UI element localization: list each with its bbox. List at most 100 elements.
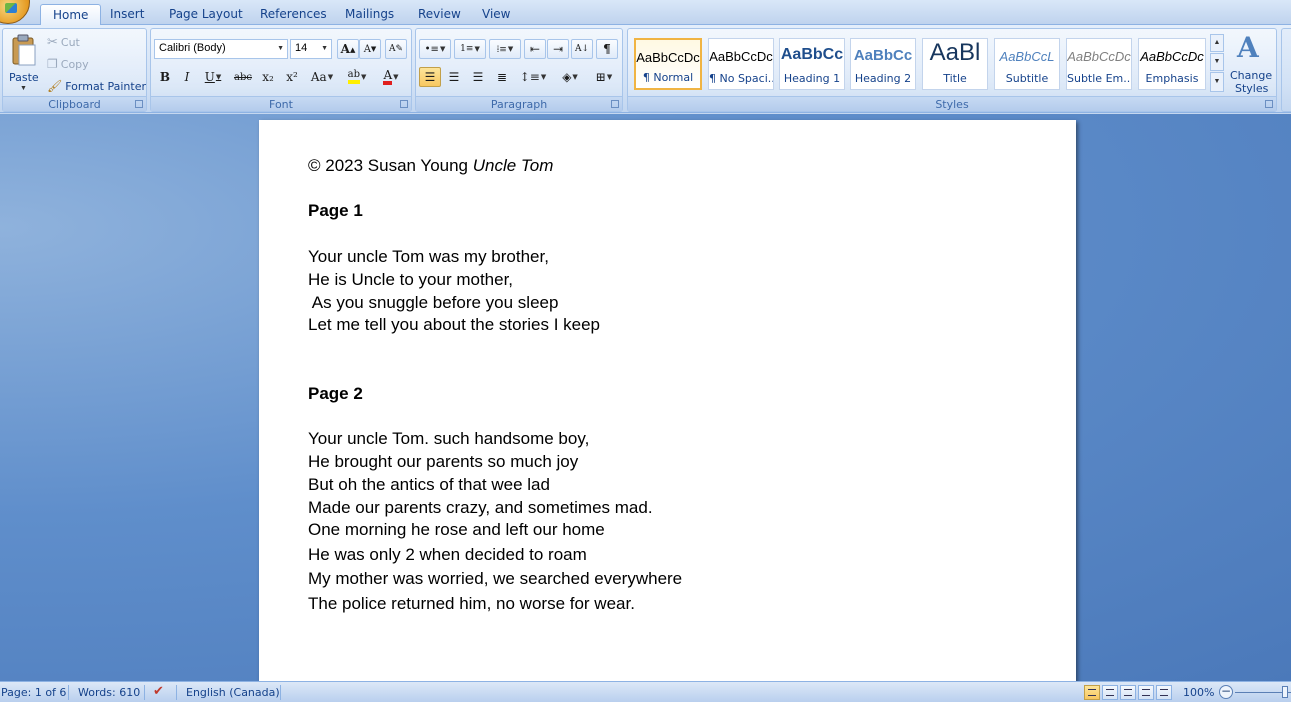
proofing-icon[interactable]: ✔ (153, 684, 164, 699)
style-heading-1[interactable]: AaBbCc Heading 1 (779, 38, 845, 90)
tab-review[interactable]: Review (406, 4, 473, 25)
poem-line[interactable]: He brought our parents so much joy (308, 452, 578, 472)
poem-line[interactable]: As you snuggle before you sleep (308, 293, 559, 313)
show-formatting-button[interactable]: ¶ (596, 39, 618, 59)
more-icon: ▼ (1213, 78, 1221, 85)
font-color-icon: A (383, 69, 393, 85)
styles-more-button[interactable]: ▼ (1210, 72, 1224, 92)
tab-view[interactable]: View (470, 4, 522, 25)
borders-button[interactable]: ⊞ ▼ (589, 67, 619, 87)
style-subtle-emphasis[interactable]: AaBbCcDc Subtle Em... (1066, 38, 1132, 90)
style-title[interactable]: AaBl Title (922, 38, 988, 90)
page2-heading[interactable]: Page 2 (308, 384, 363, 404)
change-styles-button[interactable]: A Change Styles (1228, 31, 1274, 95)
zoom-out-icon[interactable]: − (1219, 685, 1233, 699)
copy-button[interactable]: ❐ Copy (47, 54, 89, 74)
page1-heading[interactable]: Page 1 (308, 201, 363, 221)
bold-button[interactable]: B (154, 67, 176, 87)
chevron-up-icon: ▲ (1213, 39, 1221, 46)
tab-page-layout[interactable]: Page Layout (157, 4, 255, 25)
poem-line[interactable]: The police returned him, no worse for we… (308, 594, 635, 614)
grow-font-button[interactable]: A ▲ (337, 39, 359, 59)
strikethrough-button[interactable]: abc (232, 67, 254, 87)
align-right-button[interactable]: ☰ (467, 67, 489, 87)
poem-line[interactable]: He was only 2 when decided to roam (308, 545, 587, 565)
outline-view-icon[interactable] (1138, 685, 1154, 700)
style-sample: AaBbCcDc (709, 49, 773, 64)
poem-line[interactable]: Let me tell you about the stories I keep (308, 315, 600, 335)
bullets-button[interactable]: •≡ ▼ (419, 39, 451, 59)
poem-line[interactable]: Your uncle Tom was my brother, (308, 247, 549, 267)
copyright-line[interactable]: © 2023 Susan Young Uncle Tom (308, 156, 553, 176)
office-logo-icon (5, 3, 17, 13)
word-count[interactable]: Words: 610 (78, 686, 140, 699)
page-count[interactable]: Page: 1 of 6 (1, 686, 66, 699)
style-subtitle[interactable]: AaBbCcL Subtitle (994, 38, 1060, 90)
styles-scroll-down-button[interactable]: ▼ (1210, 53, 1224, 71)
poem-line[interactable]: But oh the antics of that wee lad (308, 475, 550, 495)
change-styles-icon: A (1237, 31, 1259, 64)
increase-indent-button[interactable]: ⇥ (547, 39, 569, 59)
paste-button[interactable]: Paste ▼ (6, 31, 40, 93)
tab-references[interactable]: References (248, 4, 339, 25)
decrease-indent-button[interactable]: ⇤ (524, 39, 546, 59)
numbering-button[interactable]: 1≡ ▼ (454, 39, 486, 59)
font-dialog-launcher-icon[interactable] (400, 100, 408, 108)
style-normal[interactable]: AaBbCcDc ¶ Normal (634, 38, 702, 90)
font-group: Calibri (Body) ▼ 14 ▼ A ▲ A ▼ A✎ B I U ▼ ab… (150, 28, 412, 112)
sort-icon: A↓ (574, 44, 590, 54)
change-case-button[interactable]: Aa ▼ (307, 67, 337, 87)
office-button[interactable] (0, 0, 30, 24)
styles-dialog-launcher-icon[interactable] (1265, 100, 1273, 108)
poem-line[interactable]: My mother was worried, we searched every… (308, 569, 682, 589)
print-layout-view-icon[interactable] (1084, 685, 1100, 700)
style-heading-2[interactable]: AaBbCc Heading 2 (850, 38, 916, 90)
shrink-font-button[interactable]: A ▼ (359, 39, 381, 59)
highlight-button[interactable]: ab ▼ (341, 67, 373, 87)
zoom-level[interactable]: 100% (1183, 686, 1214, 699)
format-painter-button[interactable]: 🖌 Format Painter (47, 76, 146, 96)
clipboard-dialog-launcher-icon[interactable] (135, 100, 143, 108)
font-family-combo[interactable]: Calibri (Body) ▼ (154, 39, 288, 59)
status-separator (280, 685, 281, 700)
editing-group-edge (1281, 28, 1291, 112)
clear-formatting-button[interactable]: A✎ (385, 39, 407, 59)
tab-insert[interactable]: Insert (98, 4, 156, 25)
shading-button[interactable]: ◈ ▼ (554, 67, 586, 87)
language-indicator[interactable]: English (Canada) (186, 686, 280, 699)
full-screen-reading-view-icon[interactable] (1102, 685, 1118, 700)
poem-line[interactable]: Your uncle Tom. such handsome boy, (308, 429, 589, 449)
sort-button[interactable]: A↓ (571, 39, 593, 59)
cut-button[interactable]: ✂ Cut (47, 32, 80, 52)
multilevel-list-button[interactable]: ⁞≡ ▼ (489, 39, 521, 59)
tab-mailings[interactable]: Mailings (333, 4, 406, 25)
subscript-button[interactable]: x₂ (257, 67, 279, 87)
bullet-list-icon: •≡ (424, 43, 439, 55)
copy-icon: ❐ (47, 57, 58, 71)
styles-scroll-up-button[interactable]: ▲ (1210, 34, 1224, 52)
justify-button[interactable]: ≣ (491, 67, 513, 87)
align-left-button[interactable]: ☰ (419, 67, 441, 87)
line-spacing-button[interactable]: ↕≡ ▼ (517, 67, 549, 87)
underline-button[interactable]: U ▼ (198, 67, 228, 87)
superscript-button[interactable]: x² (281, 67, 303, 87)
align-center-button[interactable]: ☰ (443, 67, 465, 87)
paragraph-dialog-launcher-icon[interactable] (611, 100, 619, 108)
tab-home[interactable]: Home (40, 4, 102, 26)
style-emphasis[interactable]: AaBbCcDc Emphasis (1138, 38, 1206, 90)
poem-line[interactable]: Made our parents crazy, and sometimes ma… (308, 498, 653, 518)
bold-icon: B (159, 70, 171, 84)
style-no-spacing[interactable]: AaBbCcDc ¶ No Spaci... (708, 38, 774, 90)
poem-line[interactable]: He is Uncle to your mother, (308, 270, 513, 290)
italic-button[interactable]: I (176, 67, 198, 87)
italic-icon: I (184, 70, 190, 84)
chevron-down-icon: ▼ (20, 85, 27, 92)
zoom-slider-thumb[interactable] (1282, 686, 1288, 698)
poem-line[interactable]: One morning he rose and left our home (308, 520, 605, 540)
document-page[interactable]: © 2023 Susan Young Uncle Tom Page 1 Your… (259, 120, 1076, 681)
font-color-button[interactable]: A ▼ (376, 67, 406, 87)
underline-icon: U (204, 70, 215, 84)
font-size-combo[interactable]: 14 ▼ (290, 39, 332, 59)
draft-view-icon[interactable] (1156, 685, 1172, 700)
web-layout-view-icon[interactable] (1120, 685, 1136, 700)
